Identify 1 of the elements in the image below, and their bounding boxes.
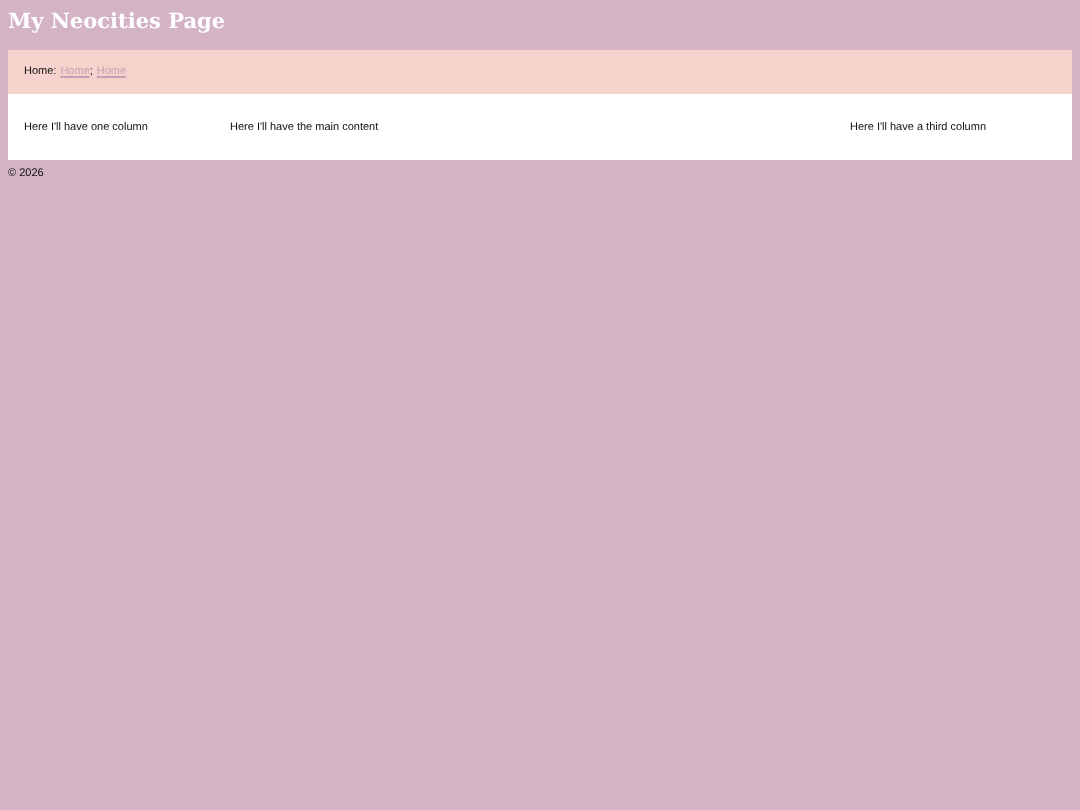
site-title: My Neocities Page xyxy=(8,8,228,38)
